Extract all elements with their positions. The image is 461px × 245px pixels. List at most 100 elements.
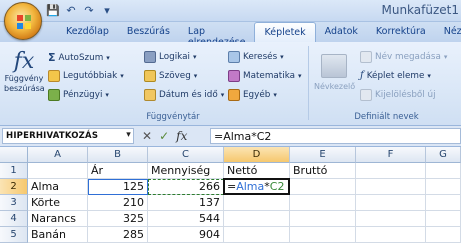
chevron-down-icon: ▾ (427, 71, 431, 80)
tab-review[interactable]: Korrektúra (367, 22, 435, 42)
cell-b1[interactable]: Ár (88, 163, 148, 179)
column-header-f[interactable]: F (356, 147, 426, 163)
use-in-formula-button[interactable]: ƒ Képlet eleme ▾ (360, 70, 431, 81)
cell-g3[interactable] (426, 195, 461, 211)
cell-d5[interactable] (224, 227, 290, 243)
column-header-g[interactable]: G (426, 147, 461, 163)
cell-c1[interactable]: Mennyiség (148, 163, 224, 179)
cell-b3[interactable]: 210 (88, 195, 148, 211)
cell-f2[interactable] (356, 179, 426, 195)
formula-bar: HIPERHIVATKOZÁS ▾ ✕ ✓ fx =Alma*C2 (0, 126, 461, 147)
cell-g4[interactable] (426, 211, 461, 227)
cell-d1[interactable]: Nettó (224, 163, 290, 179)
tab-page-layout[interactable]: Lap elrendezése (179, 22, 255, 48)
cell-a2[interactable]: Alma (28, 179, 88, 195)
redo-icon[interactable]: ↷ (82, 4, 96, 18)
column-header-c[interactable]: C (148, 147, 224, 163)
tab-home[interactable]: Kezdőlap (57, 22, 118, 42)
cell-a3[interactable]: Körte (28, 195, 88, 211)
cell-e1[interactable]: Bruttó (290, 163, 356, 179)
cell-b5[interactable]: 285 (88, 227, 148, 243)
cell-c3[interactable]: 137 (148, 195, 224, 211)
name-box-value: HIPERHIVATKOZÁS (6, 131, 99, 141)
lookup-label: Keresés (243, 52, 278, 62)
column-header-d[interactable]: D (224, 147, 290, 163)
row-header-5[interactable]: 5 (0, 227, 28, 243)
chevron-down-icon: ▾ (220, 91, 225, 99)
financial-button[interactable]: Pénzügyi ▾ (48, 89, 109, 101)
office-button[interactable] (4, 2, 42, 40)
cell-c2[interactable]: 266 (148, 179, 224, 195)
text-label: Szöveg (159, 71, 191, 81)
name-box[interactable]: HIPERHIVATKOZÁS ▾ (2, 128, 134, 144)
autosum-button[interactable]: Σ AutoSzum ▾ (48, 51, 110, 64)
cell-c5[interactable]: 904 (148, 227, 224, 243)
insert-function-label: Függvény beszúrása (4, 74, 45, 93)
define-name-button[interactable]: Név megadása ▾ (360, 51, 447, 63)
column-header-e[interactable]: E (290, 147, 356, 163)
chevron-down-icon: ▾ (280, 53, 284, 61)
ribbon-tabs: Kezdőlap Beszúrás Lap elrendezése Képlet… (0, 22, 461, 48)
cell-f4[interactable] (356, 211, 426, 227)
cell-b2[interactable]: 125 (88, 179, 148, 195)
cell-d3[interactable] (224, 195, 290, 211)
row-header-1[interactable]: 1 (0, 163, 28, 179)
insert-function-button[interactable]: fx Függvény beszúrása (4, 50, 45, 110)
math-button[interactable]: Matematika ▾ (228, 70, 302, 82)
customize-icon[interactable]: ▾ (100, 4, 114, 18)
define-name-icon (360, 51, 372, 63)
cell-d2[interactable]: =Alma*C2 (224, 179, 290, 195)
logical-button[interactable]: Logikai ▾ (144, 51, 196, 63)
cell-e2[interactable] (290, 179, 356, 195)
cell-g5[interactable] (426, 227, 461, 243)
money-icon (48, 89, 60, 101)
datetime-button[interactable]: Dátum és idő ▾ (144, 89, 224, 101)
save-icon[interactable]: 💾 (46, 4, 60, 18)
create-from-selection-button[interactable]: Kijelölésből új (360, 89, 436, 101)
cell-a5[interactable]: Banán (28, 227, 88, 243)
select-all-corner[interactable] (0, 147, 28, 163)
cell-a1[interactable] (28, 163, 88, 179)
datetime-label: Dátum és idő (159, 90, 218, 100)
row-header-2[interactable]: 2 (0, 179, 28, 195)
enter-icon[interactable]: ✓ (159, 129, 169, 143)
logical-label: Logikai (159, 52, 190, 62)
undo-icon[interactable]: ↶ (64, 4, 78, 18)
insert-function-icon[interactable]: fx (176, 129, 187, 143)
cell-e3[interactable] (290, 195, 356, 211)
name-manager-button[interactable]: Névkezelő (314, 54, 355, 108)
cell-d4[interactable] (224, 211, 290, 227)
chevron-down-icon[interactable]: ▾ (126, 130, 131, 140)
row-header-3[interactable]: 3 (0, 195, 28, 211)
more-functions-button[interactable]: Egyéb ▾ (228, 89, 277, 101)
cancel-icon[interactable]: ✕ (142, 129, 152, 143)
cell-f3[interactable] (356, 195, 426, 211)
formula-input[interactable]: =Alma*C2 (210, 128, 461, 144)
tab-data[interactable]: Adatok (316, 22, 367, 42)
chevron-down-icon: ▾ (120, 72, 124, 80)
cell-b4[interactable]: 325 (88, 211, 148, 227)
group-separator (308, 46, 309, 120)
worksheet-grid: A B C D E F G 1 Ár Mennyiség Nettó Bruttó 2 Alma 125 26… (0, 147, 461, 245)
cell-g2[interactable] (426, 179, 461, 195)
cell-e5[interactable] (290, 227, 356, 243)
column-header-b[interactable]: B (88, 147, 148, 163)
cell-f5[interactable] (356, 227, 426, 243)
lookup-button[interactable]: Keresés ▾ (228, 51, 284, 63)
cell-a4[interactable]: Narancs (28, 211, 88, 227)
recent-functions-button[interactable]: Legutóbbiak ▾ (48, 70, 124, 82)
cell-c4[interactable]: 544 (148, 211, 224, 227)
column-header-a[interactable]: A (28, 147, 88, 163)
cell-f1[interactable] (356, 163, 426, 179)
quick-access-toolbar: 💾 ↶ ↷ ▾ (46, 4, 114, 18)
row-header-4[interactable]: 4 (0, 211, 28, 227)
tab-formulas[interactable]: Képletek (254, 22, 316, 42)
function-library-group-label: Függvénytár (146, 112, 200, 122)
tab-view[interactable]: Nézet (435, 22, 461, 42)
cell-g1[interactable] (426, 163, 461, 179)
text-icon (144, 70, 156, 82)
tab-insert[interactable]: Beszúrás (118, 22, 179, 42)
cell-e4[interactable] (290, 211, 356, 227)
chevron-down-icon: ▾ (193, 72, 198, 80)
text-button[interactable]: Szöveg ▾ (144, 70, 197, 82)
